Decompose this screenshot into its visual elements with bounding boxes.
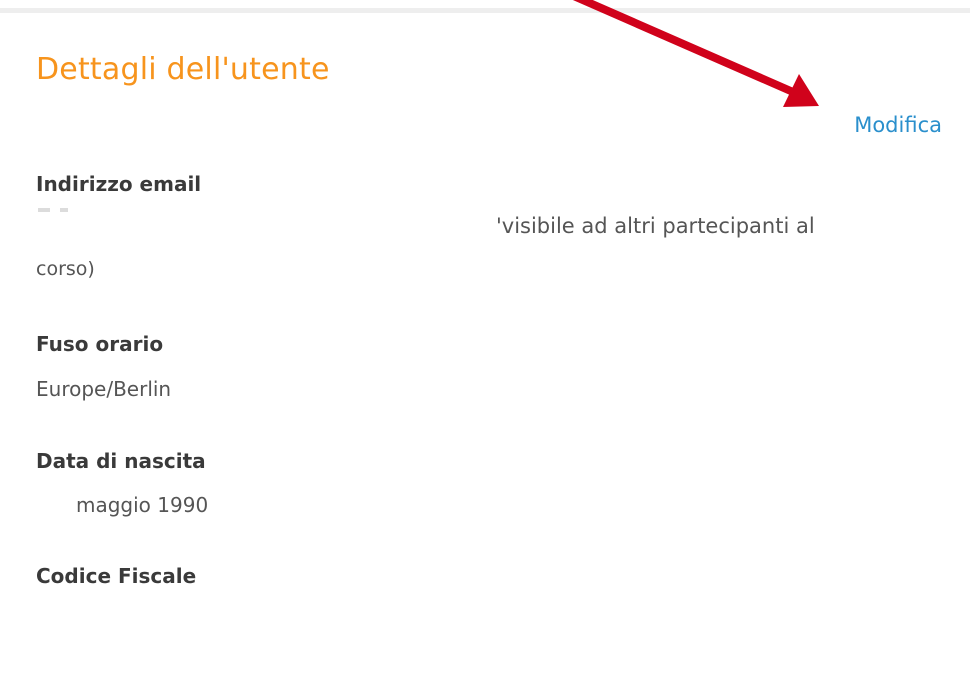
birthdate-value: maggio 1990 bbox=[76, 493, 209, 517]
redacted-email-fragment bbox=[60, 208, 68, 212]
redacted-email-fragment bbox=[38, 208, 50, 212]
email-visibility-note-continued: corso) bbox=[36, 258, 95, 280]
edit-link[interactable]: Modifica bbox=[854, 113, 942, 137]
birthdate-label: Data di nascita bbox=[36, 449, 206, 473]
tax-code-label: Codice Fiscale bbox=[36, 564, 197, 588]
email-label: Indirizzo email bbox=[36, 172, 202, 196]
top-divider bbox=[0, 8, 970, 13]
email-visibility-note: 'visibile ad altri partecipanti al bbox=[496, 214, 815, 238]
section-title: Dettagli dell'utente bbox=[36, 52, 330, 87]
timezone-label: Fuso orario bbox=[36, 332, 164, 356]
user-details-panel: Dettagli dell'utente Modifica Indirizzo … bbox=[0, 0, 970, 675]
timezone-value: Europe/Berlin bbox=[36, 377, 172, 401]
